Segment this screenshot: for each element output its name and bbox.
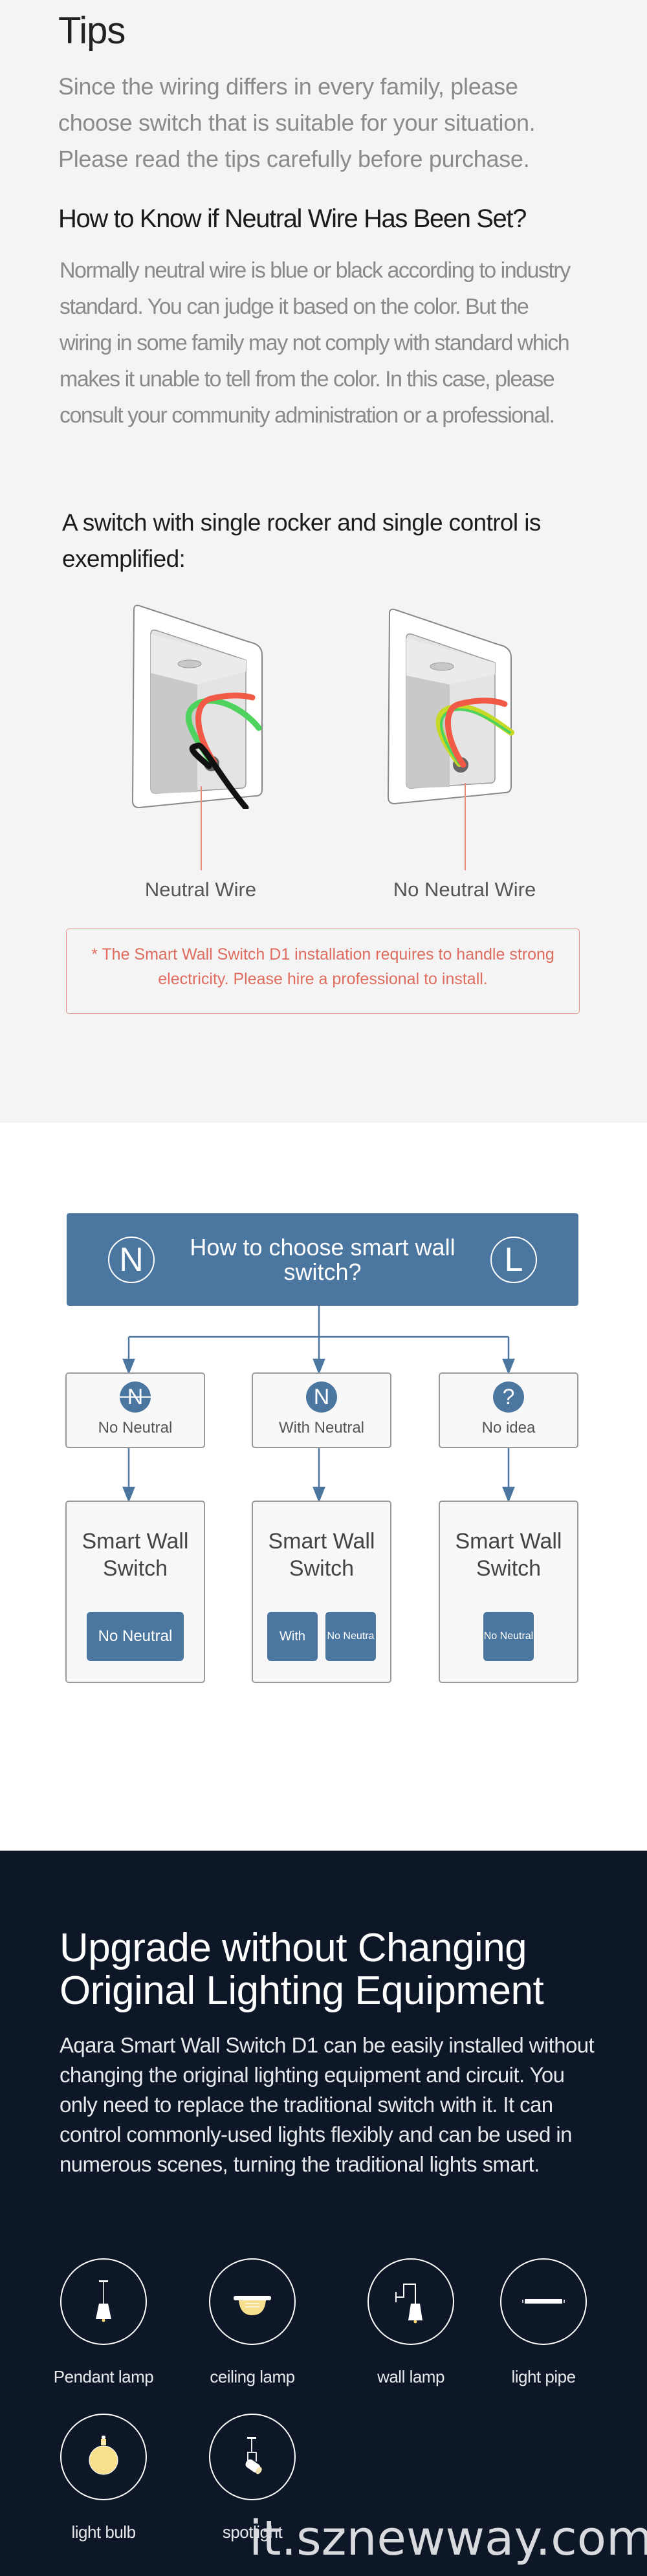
watermark: it.sznewway.com <box>249 2511 647 2566</box>
arrow-left-2 <box>122 1486 135 1503</box>
no-neutral-wire-diagram <box>382 602 543 809</box>
installation-warning: * The Smart Wall Switch D1 installation … <box>66 929 580 1014</box>
arrow-center-2 <box>313 1486 325 1503</box>
wall-lamp-icon <box>395 2284 422 2324</box>
arrow-center <box>313 1358 325 1375</box>
example-heading: A switch with single rocker and single c… <box>62 509 541 572</box>
question-icon: ? <box>493 1382 524 1413</box>
light-pipe-icon <box>522 2299 565 2304</box>
spotlight-icon <box>245 2437 262 2474</box>
category-label: With Neutral <box>278 1419 365 1437</box>
lamp-label: Pendant lamp <box>53 2367 154 2386</box>
no-neutral-pointer-line <box>465 783 466 870</box>
category-no-neutral[interactable]: N No Neutral <box>65 1372 205 1448</box>
product-title: Smart Wall Switch <box>268 1529 375 1581</box>
arrow-right-2 <box>502 1486 515 1503</box>
neutral-wire-diagram <box>126 602 288 811</box>
lamp-label: light pipe <box>511 2367 576 2386</box>
upgrade-section: Upgrade without Changing Original Lighti… <box>0 1851 647 2576</box>
lamp-label: wall lamp <box>377 2367 444 2386</box>
product-title: Smart Wall Switch <box>455 1529 562 1581</box>
product-no-idea[interactable]: Smart Wall Switch No Neutral <box>439 1501 578 1683</box>
upgrade-title: Upgrade without Changing Original Lighti… <box>60 1926 544 2013</box>
lamp-label: light bulb <box>71 2522 136 2542</box>
category-label: No idea <box>481 1419 536 1437</box>
tips-title: Tips <box>58 10 126 52</box>
product-title: Smart Wall Switch <box>82 1529 189 1581</box>
product-with-neutral[interactable]: Smart Wall Switch With No Neutra <box>252 1501 391 1683</box>
no-neutral-button[interactable]: No Neutral <box>87 1612 184 1661</box>
neutral-body: Normally neutral wire is blue or black a… <box>60 258 571 428</box>
wall-box-neutral-illustration <box>131 604 263 811</box>
wall-box-no-neutral-illustration <box>387 608 514 805</box>
flowchart-section: N How to choose smart wall switch? L N N… <box>0 1123 647 1851</box>
arrow-right <box>502 1358 515 1375</box>
tips-section: Tips Since the wiring differs in every f… <box>0 0 647 1123</box>
lamp-item: wall lamp <box>353 2258 469 2387</box>
neutral-badge-icon: N <box>108 1237 155 1283</box>
lamp-label: ceiling lamp <box>210 2367 295 2386</box>
upgrade-description: Aqara Smart Wall Switch D1 can be easily… <box>60 2033 595 2176</box>
flowchart-title: How to choose smart wall switch? <box>190 1233 455 1285</box>
lamp-item: light bulb <box>45 2414 162 2542</box>
no-neutral-button[interactable]: No Neutral <box>483 1612 534 1661</box>
with-neutral-icon: N <box>306 1382 337 1413</box>
ceiling-lamp-icon <box>234 2296 271 2315</box>
lamp-item: ceiling lamp <box>194 2258 311 2387</box>
light-bulb-icon <box>89 2436 118 2475</box>
neutral-pointer-line <box>201 786 202 870</box>
neutral-wire-label: Neutral Wire <box>144 878 257 901</box>
neutral-heading: How to Know if Neutral Wire Has Been Set… <box>58 204 527 233</box>
category-label: No Neutral <box>98 1419 173 1437</box>
lamp-item: Pendant lamp <box>45 2258 162 2387</box>
live-badge-icon: L <box>490 1237 537 1283</box>
category-no-idea[interactable]: ? No idea <box>439 1372 578 1448</box>
product-no-neutral[interactable]: Smart Wall Switch No Neutral <box>65 1501 205 1683</box>
pendant-lamp-icon <box>96 2280 111 2322</box>
no-neutral-button[interactable]: No Neutra <box>325 1612 376 1661</box>
warning-text: * The Smart Wall Switch D1 installation … <box>91 945 554 988</box>
no-neutral-wire-label: No Neutral Wire <box>393 878 536 901</box>
tips-intro: Since the wiring differs in every family… <box>58 73 536 172</box>
lamp-item: light pipe <box>485 2258 602 2387</box>
no-neutral-icon: N <box>120 1382 151 1413</box>
flowchart-header: N How to choose smart wall switch? L <box>67 1213 578 1306</box>
category-with-neutral[interactable]: N With Neutral <box>252 1372 391 1448</box>
with-neutral-button[interactable]: With <box>267 1612 318 1661</box>
arrow-left <box>122 1358 135 1375</box>
